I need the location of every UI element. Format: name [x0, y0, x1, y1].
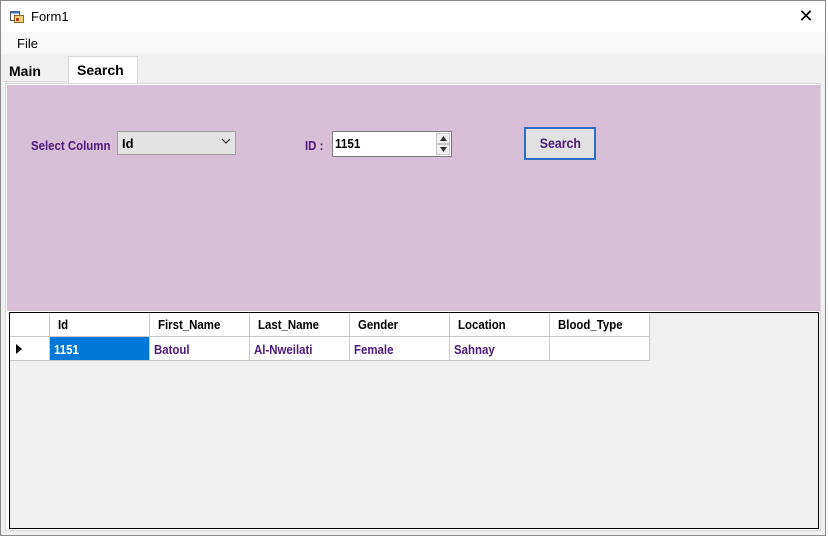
tab-main[interactable]: Main — [3, 59, 67, 82]
column-header-blood-type[interactable]: Blood_Type — [550, 313, 650, 337]
menu-bar: File — [1, 32, 825, 54]
search-button[interactable]: Search — [524, 127, 596, 160]
column-header-last-name[interactable]: Last_Name — [250, 313, 350, 337]
menu-file[interactable]: File — [17, 36, 38, 51]
row-header[interactable] — [10, 337, 50, 361]
tab-strip: Main Search — [1, 54, 825, 84]
id-value: 1151 — [335, 136, 361, 151]
column-header-location[interactable]: Location — [450, 313, 550, 337]
tab-search[interactable]: Search — [68, 56, 138, 84]
app-icon — [10, 11, 24, 23]
arrow-up-icon — [440, 136, 447, 141]
form1-window: Form1 ✕ File Main Search Select Column I… — [0, 0, 826, 536]
search-button-label: Search — [539, 135, 581, 151]
search-panel: Select Column Id ID : 1151 Search — [7, 85, 820, 311]
cell-first-name[interactable]: Batoul — [150, 337, 250, 361]
id-numeric-input[interactable]: 1151 — [332, 131, 452, 157]
cell-location[interactable]: Sahnay — [450, 337, 550, 361]
cell-blood-type[interactable] — [550, 337, 650, 361]
arrow-down-icon — [440, 147, 447, 152]
column-header-id[interactable]: Id — [50, 313, 150, 337]
window-title: Form1 — [31, 9, 69, 24]
title-bar[interactable]: Form1 ✕ — [1, 1, 825, 32]
cell-last-name[interactable]: Al-Nweilati — [250, 337, 350, 361]
column-header-first-name[interactable]: First_Name — [150, 313, 250, 337]
id-label: ID : — [305, 138, 324, 153]
spin-down-button[interactable] — [436, 144, 450, 155]
cell-gender[interactable]: Female — [350, 337, 450, 361]
chevron-down-icon — [221, 138, 231, 144]
close-icon: ✕ — [798, 6, 814, 26]
row-header-corner — [10, 313, 50, 337]
column-header-gender[interactable]: Gender — [350, 313, 450, 337]
select-column-value: Id — [122, 136, 134, 151]
spin-up-button[interactable] — [436, 133, 450, 144]
results-datagrid[interactable]: Id First_Name Last_Name Gender Location … — [9, 312, 819, 529]
select-column-combobox[interactable]: Id — [117, 131, 236, 155]
select-column-label: Select Column — [31, 138, 111, 153]
search-tab-page: Select Column Id ID : 1151 Search Id Fir… — [5, 83, 821, 531]
current-row-arrow-icon — [16, 344, 22, 354]
close-button[interactable]: ✕ — [795, 5, 817, 27]
cell-id[interactable]: 1151 — [50, 337, 150, 361]
